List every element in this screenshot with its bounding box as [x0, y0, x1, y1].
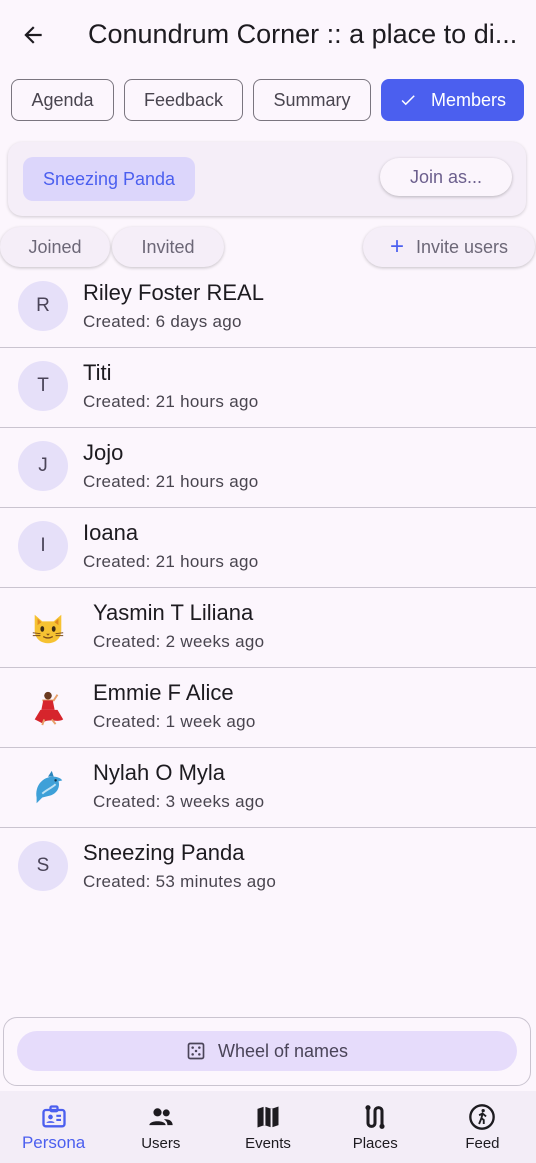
back-button[interactable]	[12, 14, 54, 56]
member-created: Created: 6 days ago	[83, 312, 242, 331]
tab-members[interactable]: Members	[381, 79, 524, 121]
avatar: I	[18, 521, 68, 571]
avatar: S	[18, 841, 68, 891]
join-as-button[interactable]: Join as...	[380, 158, 512, 196]
member-created: Created: 21 hours ago	[83, 552, 259, 571]
nav-label: Feed	[465, 1135, 500, 1152]
app-bar: Conundrum Corner :: a place to di...	[0, 0, 536, 68]
member-name: Emmie F Alice	[93, 680, 234, 705]
member-name: Titi	[83, 360, 112, 385]
nav-label: Places	[352, 1135, 398, 1152]
dancer-icon	[28, 688, 68, 728]
wheel-card: Wheel of names	[3, 1017, 531, 1086]
page-title: Conundrum Corner :: a place to di...	[88, 19, 518, 49]
nav-label: Events	[245, 1135, 291, 1152]
runner-icon	[469, 1104, 496, 1130]
tab-summary[interactable]: Summary	[253, 79, 371, 121]
nav-events[interactable]: Events	[214, 1091, 321, 1163]
nav-persona[interactable]: Persona	[0, 1091, 107, 1163]
users-icon	[149, 1108, 173, 1126]
filter-invited[interactable]: Invited	[112, 227, 224, 267]
list-item[interactable]: J Jojo Created: 21 hours ago	[0, 428, 536, 508]
segment-tabs: Agenda Feedback Summary Members	[11, 79, 524, 121]
member-created: Created: 21 hours ago	[83, 392, 259, 411]
list-item[interactable]: S Sneezing Panda Created: 53 minutes ago	[0, 828, 536, 908]
persona-chip[interactable]: Sneezing Panda	[23, 157, 195, 201]
list-item[interactable]: Nylah O Myla Created: 3 weeks ago	[0, 748, 536, 828]
arrow-back-icon	[24, 26, 42, 44]
nav-places[interactable]: Places	[322, 1091, 429, 1163]
avatar: T	[18, 361, 68, 411]
member-name: Sneezing Panda	[83, 840, 245, 865]
tab-members-label: Members	[430, 89, 506, 110]
list-item[interactable]: Yasmin T Liliana Created: 2 weeks ago	[0, 588, 536, 668]
member-created: Created: 2 weeks ago	[93, 632, 265, 651]
filter-joined[interactable]: Joined	[0, 227, 110, 267]
member-created: Created: 21 hours ago	[83, 472, 259, 491]
invite-users-label: Invite users	[415, 236, 509, 257]
bottom-navigation: Persona Users Events Places Feed	[0, 1091, 536, 1163]
member-name: Jojo	[83, 440, 124, 465]
nav-users[interactable]: Users	[107, 1091, 214, 1163]
member-created: Created: 3 weeks ago	[93, 792, 265, 811]
list-item[interactable]: R Riley Foster REAL Created: 6 days ago	[0, 268, 536, 348]
avatar: J	[18, 441, 68, 491]
tab-feedback[interactable]: Feedback	[124, 79, 243, 121]
persona-icon	[41, 1105, 66, 1128]
dice-icon	[187, 1042, 205, 1060]
wheel-of-names-button[interactable]: Wheel of names	[17, 1031, 517, 1071]
route-icon	[365, 1105, 385, 1129]
cat-face-icon	[28, 608, 68, 648]
check-icon	[401, 95, 415, 106]
list-item[interactable]: T Titi Created: 21 hours ago	[0, 348, 536, 428]
member-name: Yasmin T Liliana	[93, 600, 254, 625]
member-created: Created: 53 minutes ago	[83, 872, 277, 891]
tab-agenda[interactable]: Agenda	[11, 79, 114, 121]
wheel-label: Wheel of names	[217, 1040, 349, 1061]
nav-feed[interactable]: Feed	[429, 1091, 536, 1163]
avatar: R	[18, 281, 68, 331]
invite-users-button[interactable]: + Invite users	[363, 227, 535, 267]
nav-label: Persona	[21, 1133, 86, 1152]
member-name: Ioana	[83, 520, 139, 545]
member-name: Nylah O Myla	[93, 760, 226, 785]
member-created: Created: 1 week ago	[93, 712, 256, 731]
map-icon	[257, 1106, 279, 1128]
dolphin-icon	[28, 768, 68, 808]
nav-label: Users	[141, 1135, 181, 1152]
member-filter-row: Joined Invited + Invite users	[0, 227, 536, 267]
list-item[interactable]: Emmie F Alice Created: 1 week ago	[0, 668, 536, 748]
member-name: Riley Foster REAL	[83, 280, 264, 305]
plus-icon: +	[389, 233, 404, 260]
member-list: R Riley Foster REAL Created: 6 days ago …	[0, 268, 536, 908]
list-item[interactable]: I Ioana Created: 21 hours ago	[0, 508, 536, 588]
persona-card: Sneezing Panda Join as...	[8, 142, 526, 216]
